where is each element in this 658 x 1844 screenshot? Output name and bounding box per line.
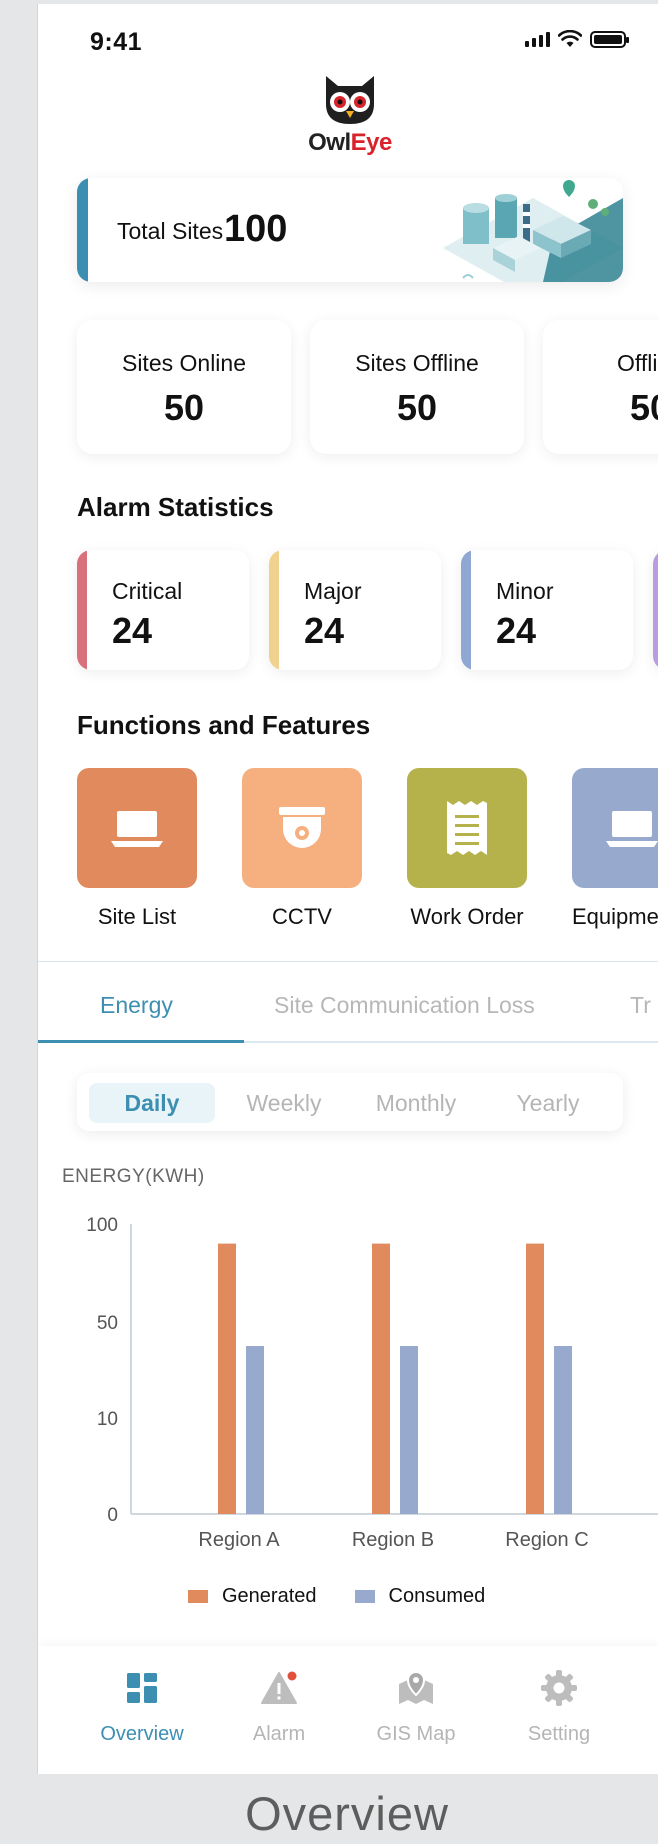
- chart-y-axis-label: ENERGY(KWH): [62, 1166, 205, 1187]
- alarm-icon: [261, 1671, 297, 1704]
- tab-tr[interactable]: Tr: [630, 992, 651, 1019]
- cctv-camera-icon: [279, 807, 325, 848]
- nav-overview-label: Overview: [100, 1723, 184, 1745]
- offline-card[interactable]: Offline 50: [543, 320, 658, 454]
- legend-consumed-swatch: [354, 1590, 375, 1603]
- sites-online-value: 50: [163, 387, 205, 428]
- city-illustration: [443, 180, 623, 282]
- alarm-critical-card[interactable]: Critical 24: [77, 550, 249, 670]
- dashboard-icon: [127, 1673, 157, 1703]
- bar-consumed-region-c: [554, 1346, 572, 1514]
- equipment-tile[interactable]: [572, 768, 658, 888]
- period-daily[interactable]: Daily: [89, 1083, 215, 1123]
- feature-cctv[interactable]: CCTV: [242, 768, 362, 930]
- bar-consumed-region-b: [400, 1346, 418, 1514]
- alarm-major-value: 24: [304, 610, 345, 651]
- alarm-critical-label: Critical: [112, 578, 183, 604]
- sites-offline-label: Sites Offline: [355, 350, 479, 376]
- receipt-icon: [447, 801, 487, 855]
- wifi-icon: [558, 30, 582, 47]
- work-order-tile[interactable]: [407, 768, 527, 888]
- artboard-frame: 9:41 OwlEye Total Sites 100 Sites Online…: [0, 0, 658, 1844]
- period-weekly[interactable]: Weekly: [221, 1083, 347, 1123]
- x-category-label: Region C: [505, 1529, 588, 1551]
- alarm-statistics-title: Alarm Statistics: [77, 492, 274, 522]
- period-yearly[interactable]: Yearly: [485, 1083, 611, 1123]
- feature-equipment[interactable]: Equipme: [572, 768, 658, 930]
- alarm-minor-label: Minor: [496, 578, 554, 604]
- signal-icon: [525, 31, 550, 47]
- legend-generated-swatch: [188, 1590, 208, 1603]
- sites-online-card[interactable]: Sites Online 50: [77, 320, 291, 454]
- critical-color-bar: [77, 550, 87, 670]
- logo-wordmark: OwlEye: [308, 129, 392, 156]
- battery-icon: [590, 30, 629, 48]
- y-tick-label: 100: [86, 1215, 118, 1236]
- owl-logo-icon: [326, 76, 374, 124]
- y-tick-label: 50: [97, 1313, 118, 1334]
- x-category-label: Region A: [198, 1529, 280, 1551]
- alarm-minor-value: 24: [496, 610, 537, 651]
- bar-generated-region-b: [372, 1243, 390, 1514]
- major-color-bar: [269, 550, 279, 670]
- tab-energy[interactable]: Energy: [100, 992, 173, 1019]
- nav-alarm-label: Alarm: [252, 1723, 306, 1745]
- chart-legend: Generated Consumed: [188, 1585, 485, 1608]
- nav-gis-map-label: GIS Map: [376, 1723, 456, 1745]
- next-color-bar: [653, 550, 658, 670]
- site-list-label: Site List: [97, 904, 177, 929]
- alarm-next-card[interactable]: [653, 550, 658, 670]
- x-category-label: Region B: [352, 1529, 434, 1551]
- period-selector: Daily Weekly Monthly Yearly: [77, 1073, 623, 1131]
- laptop-icon: [111, 811, 163, 847]
- active-tab-indicator: [38, 1040, 244, 1043]
- minor-color-bar: [461, 550, 471, 670]
- legend-consumed-label: Consumed: [388, 1585, 486, 1607]
- map-pin-icon: [399, 1670, 433, 1704]
- sites-online-label: Sites Online: [121, 350, 246, 376]
- gear-icon: [541, 1670, 577, 1706]
- nav-gis-map[interactable]: GIS Map: [356, 1668, 476, 1746]
- cctv-tile[interactable]: [242, 768, 362, 888]
- screen-caption: Overview: [245, 1787, 449, 1840]
- total-sites-card[interactable]: Total Sites 100: [77, 178, 623, 282]
- bar-generated-region-c: [526, 1243, 544, 1514]
- tab-site-communication-loss[interactable]: Site Communication Loss: [274, 992, 535, 1019]
- laptop-icon: [606, 811, 658, 847]
- period-monthly[interactable]: Monthly: [353, 1083, 479, 1123]
- work-order-label: Work Order: [410, 904, 524, 929]
- y-tick-label: 0: [107, 1505, 118, 1526]
- nav-setting[interactable]: Setting: [499, 1668, 619, 1746]
- bar-consumed-region-a: [246, 1346, 264, 1514]
- sites-offline-value: 50: [396, 387, 438, 428]
- bottom-navigation: Overview Alarm GIS Map Setting: [38, 1646, 658, 1774]
- sites-offline-card[interactable]: Sites Offline 50: [310, 320, 524, 454]
- functions-features-title: Functions and Features: [77, 710, 371, 740]
- y-tick-label: 10: [97, 1409, 118, 1430]
- status-time: 9:41: [90, 28, 143, 56]
- legend-generated-label: Generated: [222, 1585, 317, 1607]
- total-sites-value: 100: [224, 208, 288, 250]
- phone-screen: 9:41 OwlEye Total Sites 100 Sites Online…: [37, 4, 658, 1774]
- nav-alarm[interactable]: Alarm: [219, 1668, 339, 1746]
- site-list-tile[interactable]: [77, 768, 197, 888]
- app-logo: OwlEye: [302, 74, 398, 157]
- alarm-minor-card[interactable]: Minor 24: [461, 550, 633, 670]
- offline-value: 50: [629, 387, 658, 428]
- feature-site-list[interactable]: Site List: [77, 768, 197, 930]
- offline-label: Offline: [616, 350, 658, 376]
- alarm-major-card[interactable]: Major 24: [269, 550, 441, 670]
- alarm-major-label: Major: [304, 578, 362, 604]
- total-sites-label: Total Sites: [117, 218, 224, 244]
- chart-tabs: Energy Site Communication Loss Tr: [38, 961, 658, 1043]
- cctv-label: CCTV: [272, 904, 332, 929]
- status-icons: [525, 30, 629, 48]
- energy-bar-chart: 10050100Region A Region B Region C: [86, 1215, 658, 1551]
- nav-overview[interactable]: Overview: [82, 1668, 202, 1746]
- alarm-critical-value: 24: [112, 610, 153, 651]
- bar-generated-region-a: [218, 1243, 236, 1514]
- equipment-label: Equipme: [572, 904, 658, 929]
- nav-setting-label: Setting: [527, 1723, 591, 1745]
- feature-work-order[interactable]: Work Order: [407, 768, 527, 930]
